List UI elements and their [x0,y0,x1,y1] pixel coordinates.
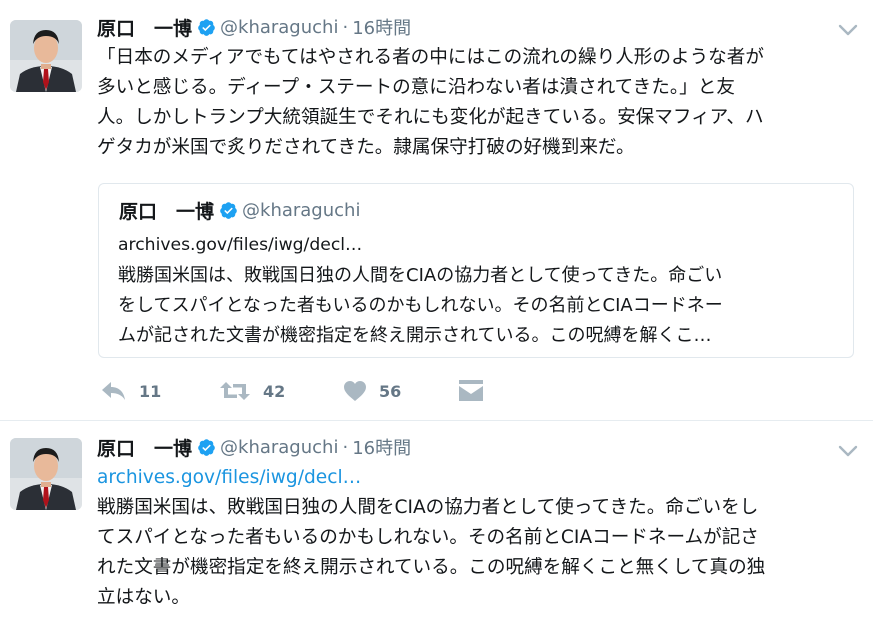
like-count: 56 [379,381,402,401]
separator: · [342,16,349,38]
direct-message-button[interactable] [458,376,484,406]
tweet-text-line: れた文書が機密指定を終え開示されている。この呪縛を解くこと無くして真の独 [97,557,766,578]
tweet-text: archives.gov/files/iwg/decl… 戦勝国米国は、敗戦国日… [97,463,867,613]
tweet-text-line: ゲタカが米国で炙りだされてきた。隷属保守打破の好機到来だ。 [97,137,635,158]
tweet-header: 原口 一博 @kharaguchi · 16時間 [97,433,411,461]
separator: · [342,436,349,458]
tweet-header: 原口 一博 @kharaguchi · 16時間 [97,13,411,41]
avatar[interactable] [10,438,82,510]
chevron-down-icon[interactable] [836,439,860,463]
reply-button[interactable]: 11 [101,376,161,406]
author-name[interactable]: 原口 一博 [97,14,192,41]
retweet-icon [220,382,250,400]
tweet-link[interactable]: archives.gov/files/iwg/decl… [97,463,867,493]
tweet-text-line: 「日本のメディアでもてはやされる者の中にはこの流れの繰り人形のような者が [97,47,764,68]
quoted-text-line: 戦勝国米国は、敗戦国日独の人間をCIAの協力者として使ってきた。命ごい [118,265,723,286]
tweet-text-line: 人。しかしトランプ大統領誕生でそれにも変化が起きている。安保マフィア、ハ [97,107,764,128]
retweet-count: 42 [263,381,286,401]
quoted-tweet-text: 戦勝国米国は、敗戦国日独の人間をCIAの協力者として使ってきた。命ごい をしてス… [118,261,723,351]
tweet-text: 「日本のメディアでもてはやされる者の中にはこの流れの繰り人形のような者が 多いと… [97,43,867,163]
tweet-text-line: 戦勝国米国は、敗戦国日独の人間をCIAの協力者として使ってきた。命ごいをし [97,497,759,518]
quoted-tweet[interactable]: 原口 一博 @kharaguchi archives.gov/files/iwg… [98,183,854,358]
avatar[interactable] [10,20,82,92]
tweet[interactable]: 原口 一博 @kharaguchi · 16時間 archives.gov/fi… [0,421,873,621]
like-button[interactable]: 56 [343,376,401,406]
timestamp[interactable]: 16時間 [352,14,411,40]
avatar-photo [10,438,82,510]
timestamp[interactable]: 16時間 [352,434,411,460]
tweet-actions: 11 42 56 [97,376,517,406]
quoted-author-handle: @kharaguchi [242,199,361,221]
author-handle[interactable]: @kharaguchi [220,17,338,38]
verified-badge-icon [198,18,215,36]
verified-badge-icon [198,438,215,456]
quoted-tweet-link[interactable]: archives.gov/files/iwg/decl… [118,235,362,255]
quoted-tweet-header: 原口 一博 @kharaguchi [119,196,360,224]
retweet-button[interactable]: 42 [219,376,285,406]
tweet-text-line: てスパイとなった者もいるのかもしれない。その名前とCIAコードネームが記さ [97,527,759,548]
tweet-text-line: 立はない。 [97,587,190,608]
chevron-down-icon[interactable] [836,18,860,42]
verified-badge-icon [220,201,237,219]
quoted-text-line: ムが記された文書が機密指定を終え開示されている。この呪縛を解くこ… [118,325,712,346]
author-handle[interactable]: @kharaguchi [220,437,338,458]
tweet-text-line: 多いと感じる。ディープ・ステートの意に沿わない者は潰されてきた。」と友 [97,77,735,98]
reply-icon [102,382,125,400]
direct-message-icon [459,380,483,401]
quoted-text-line: をしてスパイとなった者もいるのかもしれない。その名前とCIAコードネー [118,295,723,316]
quoted-author-name: 原口 一博 [119,200,215,223]
tweet[interactable]: 原口 一博 @kharaguchi · 16時間 「日本のメディアでもてはやされ… [0,0,873,420]
heart-icon [344,381,366,401]
author-name[interactable]: 原口 一博 [97,434,192,461]
avatar-photo [10,20,82,92]
reply-count: 11 [139,381,162,401]
